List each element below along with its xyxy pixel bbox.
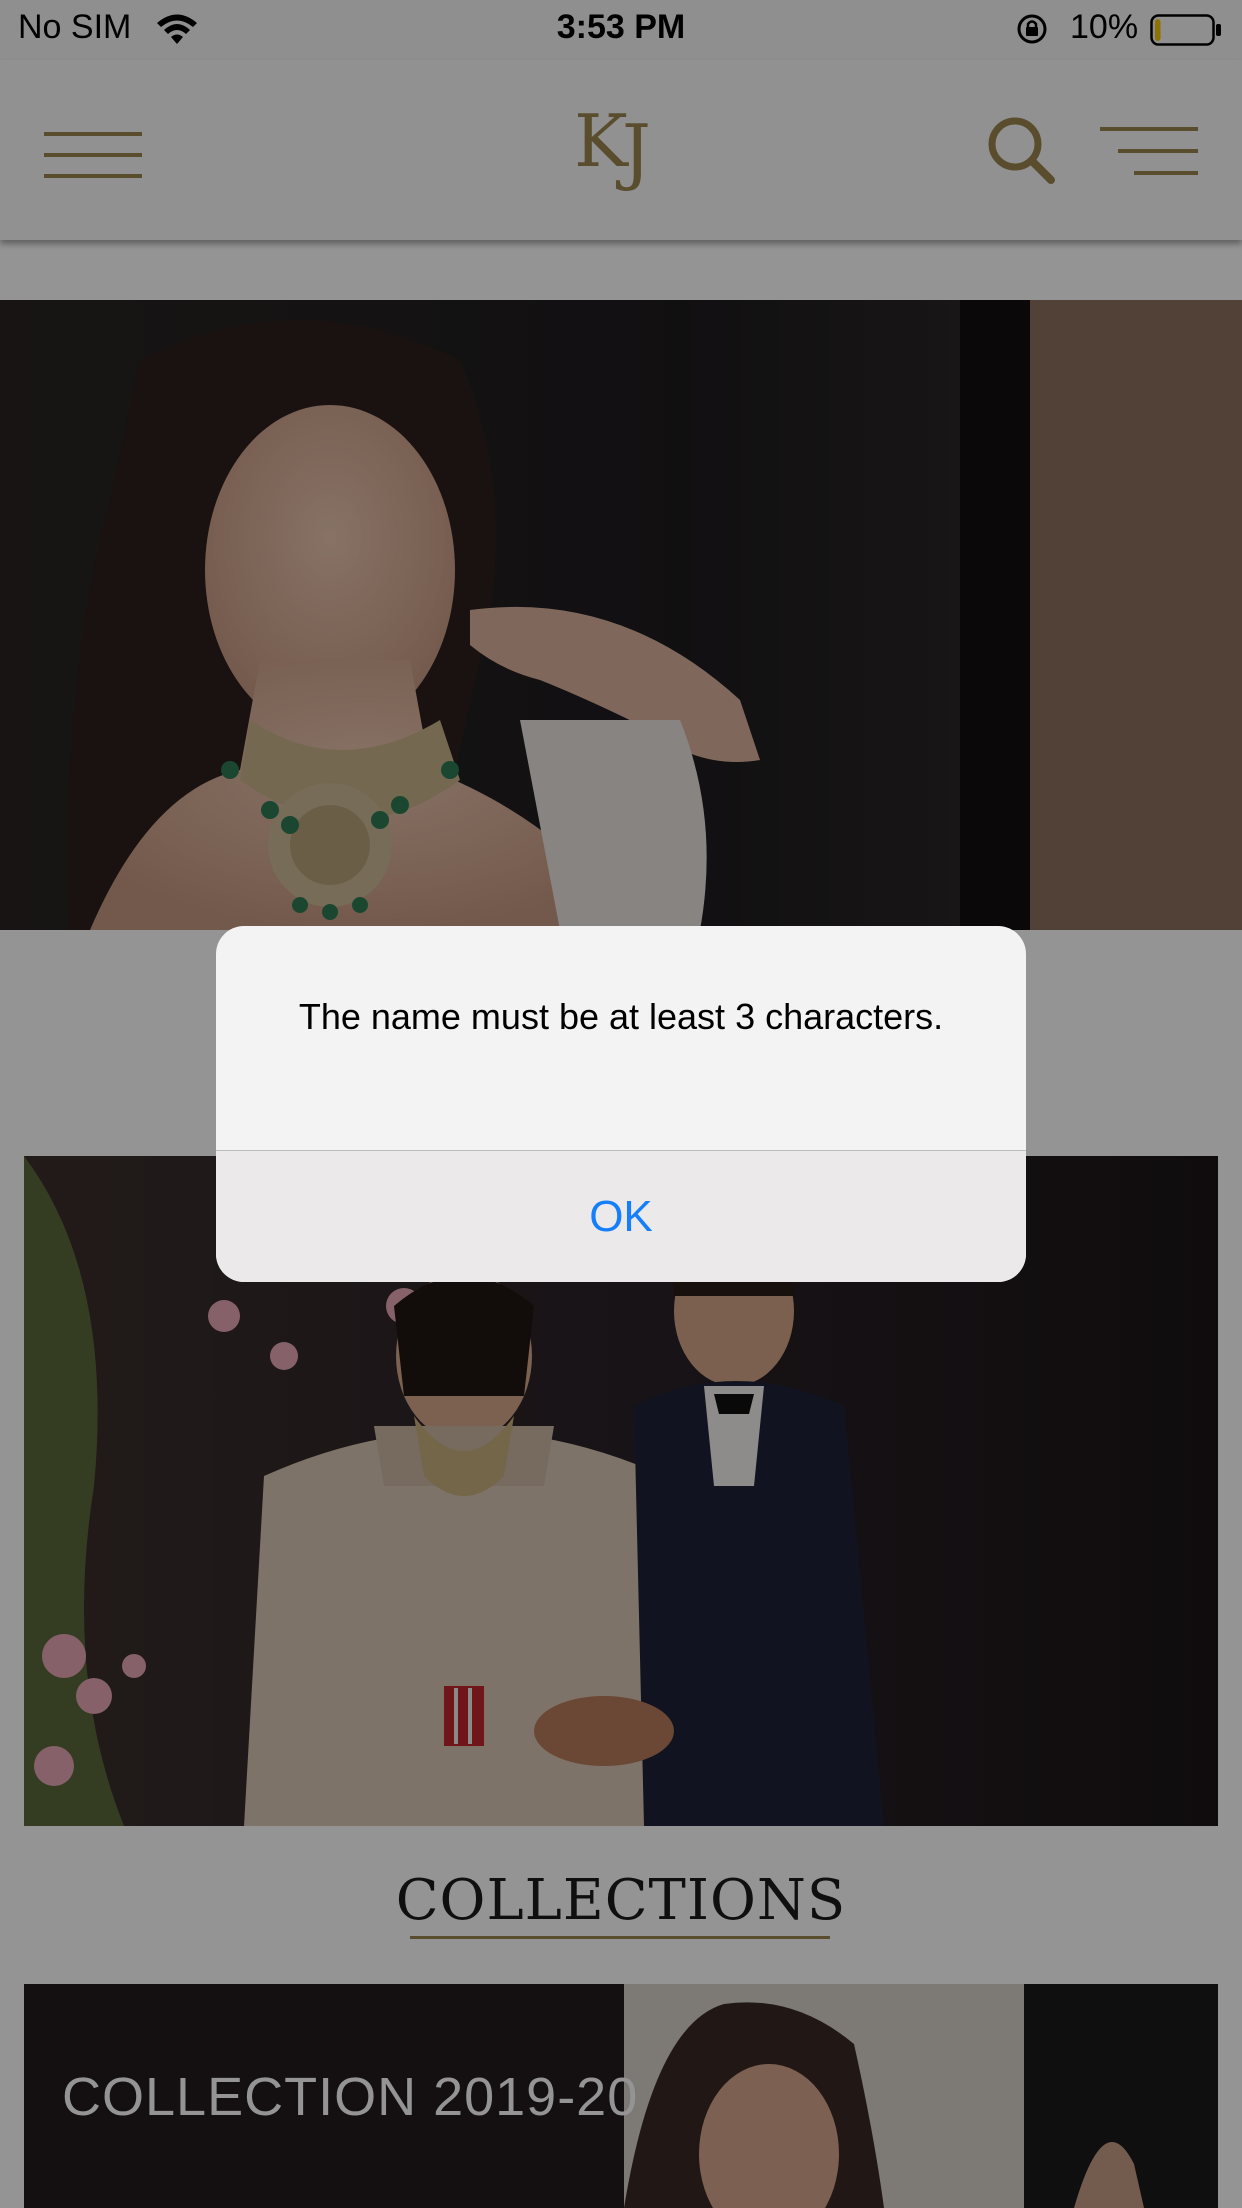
alert-message: The name must be at least 3 characters. [298, 996, 944, 1037]
ok-button[interactable]: OK [216, 1151, 1026, 1282]
alert-dialog: The name must be at least 3 characters. … [216, 926, 1026, 1282]
